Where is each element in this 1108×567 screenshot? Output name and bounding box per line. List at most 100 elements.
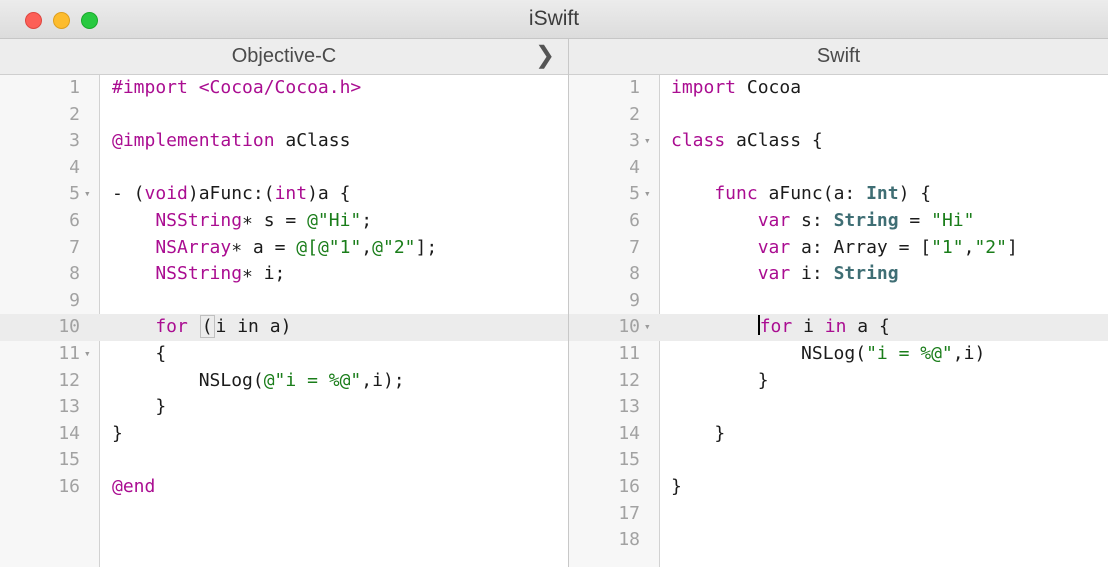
swift-code-line[interactable]: 15	[569, 447, 1108, 474]
code-token: }	[671, 422, 726, 444]
swift-code-line[interactable]: 16}	[569, 474, 1108, 501]
line-number: 17	[618, 502, 640, 524]
swift-code-line[interactable]: 7 var a: Array = ["1","2"]	[569, 235, 1108, 262]
line-number: 3	[69, 130, 80, 152]
swift-code-line[interactable]: 6 var s: String = "Hi"	[569, 208, 1108, 235]
code-text: @implementation aClass	[112, 128, 350, 155]
code-token: ;	[361, 209, 373, 231]
code-text: #import <Cocoa/Cocoa.h>	[112, 75, 361, 102]
objc-code-line[interactable]: 7 NSArray∗ a = @[@"1",@"2"];	[0, 235, 568, 262]
objc-code-line[interactable]: 13 }	[0, 394, 568, 421]
swift-code-line[interactable]: 18	[569, 527, 1108, 554]
swift-code-line[interactable]: 5 ▾ func aFunc(a: Int) {	[569, 181, 1108, 208]
swift-code-line[interactable]: 8 var i: String	[569, 261, 1108, 288]
objc-code-line[interactable]: 1 #import <Cocoa/Cocoa.h>	[0, 75, 568, 102]
line-number: 15	[618, 449, 640, 471]
line-number: 18	[618, 529, 640, 551]
code-token: NSArray	[112, 236, 232, 258]
line-number: 7	[69, 236, 80, 258]
swift-code-line[interactable]: 9	[569, 288, 1108, 315]
line-number: 10	[618, 316, 640, 338]
objc-code-line[interactable]: 14}	[0, 421, 568, 448]
objc-code-line[interactable]: 16 @end	[0, 474, 568, 501]
swift-code-line[interactable]: 12 }	[569, 368, 1108, 395]
objc-pane-title: Objective-C	[231, 45, 337, 67]
objc-code-line[interactable]: 3 @implementation aClass	[0, 128, 568, 155]
code-text: }	[112, 394, 166, 421]
code-token: @end	[112, 475, 156, 497]
title-bar: iSwift	[0, 0, 1108, 39]
swift-code-line[interactable]: 13	[569, 394, 1108, 421]
code-token: Int	[866, 183, 899, 205]
code-token: String	[833, 209, 899, 231]
code-token: aClass	[274, 130, 351, 152]
line-number: 13	[58, 396, 80, 418]
code-token: {	[112, 342, 167, 364]
code-text: NSString∗ i;	[112, 261, 285, 288]
code-token: @implementation	[112, 130, 275, 152]
fold-disclosure-icon[interactable]: ▾	[84, 341, 91, 368]
code-text: @end	[112, 474, 155, 501]
line-number: 5	[69, 183, 80, 205]
line-number: 16	[58, 475, 80, 497]
objc-code-line[interactable]: 2	[0, 102, 568, 129]
line-number: 8	[69, 263, 80, 285]
code-token: ∗ a =	[231, 236, 297, 258]
swift-code-line[interactable]: 10 ▾ for i in a {	[569, 314, 1108, 341]
line-number: 13	[618, 396, 640, 418]
code-text: }	[671, 368, 769, 395]
code-token: func	[671, 183, 769, 205]
swift-pane: Swift 1 import Cocoa 2 3 ▾ class aClass {4 5 ▾ …	[569, 39, 1108, 567]
objc-code-line[interactable]: 12 NSLog(@"i = %@",i);	[0, 368, 568, 395]
objc-code-line[interactable]: 6 NSString∗ s = @"Hi";	[0, 208, 568, 235]
objc-code-line[interactable]: 4	[0, 155, 568, 182]
fold-disclosure-icon[interactable]: ▾	[644, 181, 651, 208]
objc-editor[interactable]: 1 #import <Cocoa/Cocoa.h> 2 3 @implementatio…	[0, 75, 568, 567]
code-token: ,i)	[952, 342, 986, 364]
code-token: @"2"	[372, 236, 416, 258]
objc-code-line[interactable]: 10 for (i in a)	[0, 314, 568, 341]
code-token: NSString	[112, 263, 243, 285]
code-token: i in a)	[215, 316, 292, 338]
code-token: )a {	[307, 183, 351, 205]
swift-code-line[interactable]: 3 ▾ class aClass {	[569, 128, 1108, 155]
code-text: for i in a {	[671, 314, 890, 341]
chevron-right-icon[interactable]: ❯	[530, 41, 560, 71]
objc-code-line[interactable]: 9	[0, 288, 568, 315]
objc-code-line[interactable]: 8 NSString∗ i;	[0, 261, 568, 288]
line-number: 9	[69, 289, 80, 311]
code-token: @"1"	[317, 236, 362, 258]
code-text: NSArray∗ a = @[@"1",@"2"];	[112, 235, 437, 262]
code-token: ) {	[898, 183, 932, 205]
code-token: ,	[963, 236, 975, 258]
fold-disclosure-icon[interactable]: ▾	[644, 128, 651, 155]
swift-code-line[interactable]: 4	[569, 155, 1108, 182]
fold-disclosure-icon[interactable]: ▾	[644, 314, 651, 341]
code-token: }	[671, 369, 769, 391]
code-token: }	[112, 396, 167, 418]
line-number: 2	[69, 103, 80, 125]
swift-code-line[interactable]: 1 import Cocoa	[569, 75, 1108, 102]
objc-pane: Objective-C ❯ 1 #import <Cocoa/Cocoa.h> 2 3…	[0, 39, 568, 567]
code-text: }	[671, 421, 725, 448]
code-token: ]	[1006, 236, 1018, 258]
code-token: #import <Cocoa/Cocoa.h>	[112, 77, 362, 98]
code-token: void	[144, 183, 188, 205]
code-token: NSString	[112, 209, 243, 231]
swift-editor[interactable]: 1 import Cocoa 2 3 ▾ class aClass {4 5 ▾ func a…	[569, 75, 1108, 567]
swift-code-line[interactable]: 2	[569, 102, 1108, 129]
line-number: 4	[69, 156, 80, 178]
objc-code-line[interactable]: 11 ▾ {	[0, 341, 568, 368]
code-text: func aFunc(a: Int) {	[671, 181, 931, 208]
swift-code-line[interactable]: 17	[569, 501, 1108, 528]
code-token: a {	[857, 316, 890, 338]
objc-code-line[interactable]: 15	[0, 447, 568, 474]
code-token: @[	[296, 236, 318, 258]
code-token: a: Array = [	[801, 236, 932, 258]
swift-code-line[interactable]: 14 }	[569, 421, 1108, 448]
swift-code-line[interactable]: 11 NSLog("i = %@",i)	[569, 341, 1108, 368]
code-token: "1"	[931, 236, 964, 258]
line-number: 6	[69, 209, 80, 231]
objc-code-line[interactable]: 5 ▾ - (void)aFunc:(int)a {	[0, 181, 568, 208]
fold-disclosure-icon[interactable]: ▾	[84, 181, 91, 208]
